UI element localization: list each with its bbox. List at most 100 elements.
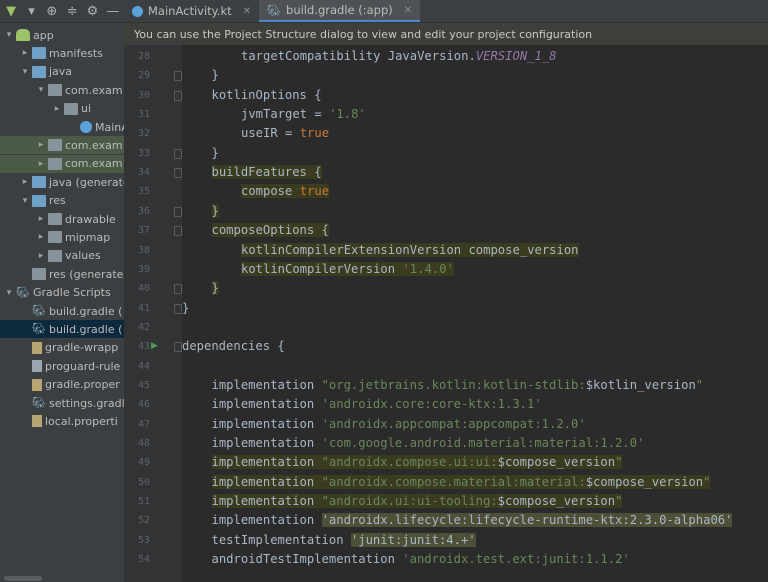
gradle-icon: 🐘︎ (267, 3, 282, 17)
chevron-down-icon[interactable]: ▾ (36, 85, 46, 95)
code-line: kotlinOptions { (212, 86, 322, 105)
line-number: 42 (137, 321, 150, 333)
line-number: 50 (137, 476, 150, 488)
line-number: 41 (137, 302, 150, 314)
code-line: targetCompatibility JavaVersion.VERSION_… (241, 47, 557, 66)
code-line: implementation 'androidx.core:core-ktx:1… (212, 395, 542, 414)
chevron-down-icon[interactable]: ▾ (20, 67, 30, 77)
tree-item[interactable]: MainA (0, 118, 124, 136)
file-icon (32, 360, 42, 373)
tree-horizontal-scrollbar[interactable] (0, 574, 124, 582)
code-token: $compose_version (585, 474, 704, 489)
android-icon[interactable]: ▼ (4, 3, 18, 19)
target-icon[interactable]: ⊕ (45, 3, 59, 19)
code-editor[interactable]: targetCompatibility JavaVersion.VERSION_… (182, 45, 768, 582)
run-icon[interactable]: ▶ (151, 341, 158, 351)
chevron-right-icon[interactable]: ▸ (20, 48, 30, 58)
tree-item[interactable]: ▸ ui (0, 100, 124, 118)
code-token: "androidx.compose.ui:ui: (321, 455, 498, 470)
code-line: } (182, 299, 189, 318)
code-token: compose (241, 184, 300, 199)
line-number: 46 (137, 399, 150, 411)
line-number: 36 (137, 205, 150, 217)
fold-marker[interactable] (174, 90, 182, 101)
fold-marker[interactable] (174, 168, 182, 179)
chevron-right-icon[interactable]: ▸ (36, 159, 46, 169)
fold-marker[interactable] (174, 226, 182, 237)
fold-marker[interactable] (174, 284, 182, 295)
tree-item[interactable]: gradle-wrapp (0, 339, 124, 357)
dropdown-icon[interactable]: ▾ (24, 3, 38, 19)
tree-item[interactable]: 🐘︎ build.gradle ( (0, 320, 124, 339)
tree-item[interactable]: ▸ drawable (0, 210, 124, 228)
fold-marker[interactable] (174, 148, 182, 159)
tree-item[interactable]: ▸ values (0, 247, 124, 265)
tree-item[interactable]: ▸ mipmap (0, 228, 124, 246)
code-line: androidTestImplementation 'androidx.test… (212, 550, 630, 569)
code-token: 'androidx.core:core-ktx:1.3.1' (321, 397, 542, 412)
gear-icon[interactable]: ⚙ (85, 3, 99, 19)
fold-marker[interactable] (174, 303, 182, 314)
tree-item-label: com.exam (65, 138, 123, 152)
chevron-right-icon[interactable]: ▸ (36, 251, 46, 261)
tree-item[interactable]: ▸ java (generate (0, 173, 124, 191)
chevron-right-icon[interactable]: ▸ (36, 232, 46, 242)
code-line: implementation 'com.google.android.mater… (212, 434, 645, 453)
tree-item[interactable]: ▾ res (0, 192, 124, 210)
tree-item-label: Gradle Scripts (33, 286, 111, 300)
tree-item[interactable]: ▸ manifests (0, 44, 124, 62)
line-number: 34 (137, 167, 150, 179)
code-token: } (182, 300, 190, 315)
chevron-down-icon[interactable]: ▾ (4, 288, 14, 298)
properties-icon (32, 378, 42, 391)
tree-item[interactable]: 🐘︎ settings.gradle (0, 394, 124, 412)
chevron-right-icon[interactable]: ▸ (20, 177, 30, 187)
properties-icon (32, 341, 42, 354)
tree-item-label: res (49, 194, 66, 208)
tree-item[interactable]: ▾ com.exam (0, 81, 124, 99)
minimize-icon[interactable]: — (106, 3, 120, 19)
tree-item[interactable]: gradle.proper (0, 376, 124, 394)
tree-item[interactable]: ▸ com.exam (0, 154, 124, 173)
chevron-right-icon[interactable]: ▸ (52, 104, 62, 114)
close-icon[interactable]: ✕ (404, 5, 412, 16)
chevron-down-icon[interactable]: ▾ (20, 196, 30, 206)
tree-item[interactable]: ▾ java (0, 63, 124, 81)
code-token: } (211, 203, 219, 218)
tree-item[interactable]: res (generates (0, 265, 124, 283)
fold-marker[interactable] (174, 71, 182, 82)
collapse-icon[interactable]: ≑ (65, 3, 79, 19)
tree-item[interactable]: ▾ app (0, 26, 124, 44)
tree-item-label: local.properti (45, 414, 118, 428)
code-token: } (211, 281, 219, 296)
tree-item-label: proguard-rule (45, 359, 121, 373)
line-number: 33 (137, 147, 150, 159)
kotlin-icon (132, 5, 143, 17)
tree-item[interactable]: ▸ com.exam (0, 136, 124, 155)
folder-icon (32, 268, 46, 281)
code-line: implementation "androidx.ui:ui-tooling:$… (211, 492, 623, 511)
line-number: 35 (137, 186, 150, 198)
tree-item[interactable]: local.properti (0, 412, 124, 430)
tab-build-gradle[interactable]: 🐘︎ build.gradle (:app) ✕ (259, 0, 421, 22)
chevron-down-icon[interactable]: ▾ (4, 30, 14, 40)
tree-item[interactable]: proguard-rule (0, 357, 124, 375)
package-icon (48, 157, 62, 170)
line-number: 38 (137, 244, 150, 256)
fold-marker[interactable] (174, 206, 182, 217)
code-token: "org.jetbrains.kotlin:kotlin-stdlib: (321, 377, 586, 392)
close-icon[interactable]: ✕ (243, 6, 251, 17)
project-panel: ▼ ▾ ⊕ ≑ ⚙ — ▾ app ▸ manifests ▾ java ▾ com.exam… (0, 0, 124, 582)
tab-mainactivity[interactable]: MainActivity.kt ✕ (124, 0, 259, 22)
gradle-icon: 🐘︎ (32, 304, 46, 317)
fold-marker[interactable] (174, 342, 182, 353)
code-token: implementation (211, 377, 322, 392)
tree-item[interactable]: ▾ 🐘︎ Gradle Scripts (0, 284, 124, 302)
code-token: } (211, 145, 219, 160)
tree-item[interactable]: 🐘︎ build.gradle ( (0, 302, 124, 320)
chevron-right-icon[interactable]: ▸ (36, 140, 46, 150)
properties-icon (32, 415, 42, 428)
gradle-icon: 🐘︎ (32, 322, 46, 336)
chevron-right-icon[interactable]: ▸ (36, 214, 46, 224)
folder-icon (48, 213, 62, 225)
